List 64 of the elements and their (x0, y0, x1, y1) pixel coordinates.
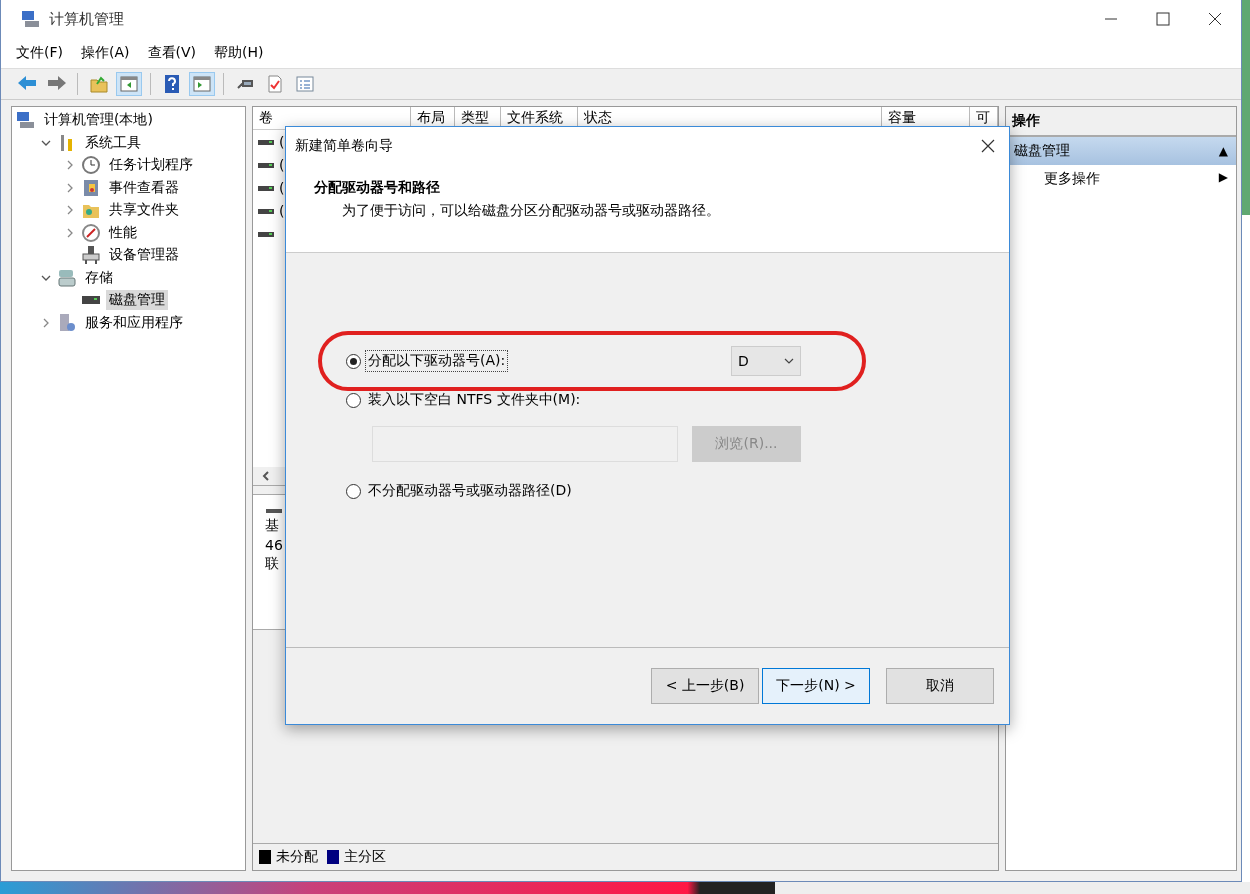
panel-icon (192, 74, 212, 94)
menu-item[interactable]: 文件(F) (9, 42, 70, 64)
drive-icon (265, 507, 283, 515)
wizard-button[interactable]: 下一步(N) > (762, 668, 870, 704)
device-icon (81, 245, 101, 266)
tree-item[interactable]: 计算机管理(本地) (41, 110, 156, 131)
menu-item[interactable]: 操作(A) (74, 42, 137, 64)
disk-info-text: 基 (265, 517, 280, 535)
tree-item[interactable]: 服务和应用程序 (82, 312, 186, 333)
close-icon[interactable] (981, 139, 995, 153)
clock-icon (81, 155, 101, 176)
table-cell: ( (279, 156, 285, 173)
scroll-left-icon[interactable] (261, 470, 271, 482)
tree-item[interactable]: 事件查看器 (106, 177, 182, 198)
table-cell: ( (279, 133, 285, 150)
expand-chevron-icon[interactable] (65, 182, 75, 193)
wizard-subtitle: 为了便于访问，可以给磁盘分区分配驱动器号或驱动器路径。 (341, 202, 721, 220)
table-cell: ( (279, 202, 285, 219)
panel-title: 操作 (1006, 107, 1236, 137)
wizard-heading: 分配驱动器号和路径 (314, 179, 441, 197)
services-icon (57, 312, 77, 333)
wizard-button[interactable]: 取消 (886, 668, 994, 704)
expand-chevron-icon[interactable] (41, 317, 51, 328)
event-log-icon (81, 177, 101, 198)
drive-letter-dropdown[interactable]: D (731, 346, 801, 376)
legend-label: 未分配 (276, 848, 318, 866)
dialog-title: 新建简单卷向导 (295, 137, 393, 155)
toolbar-button[interactable] (116, 72, 142, 96)
tree-item[interactable]: 共享文件夹 (106, 200, 182, 221)
toolbar-button[interactable] (189, 72, 215, 96)
list-icon (295, 74, 315, 94)
tree-item[interactable]: 系统工具 (82, 132, 144, 153)
tree-item[interactable]: 存储 (82, 267, 116, 288)
storage-icon (57, 267, 77, 288)
expand-chevron-icon[interactable] (65, 205, 75, 216)
tree-item[interactable]: 性能 (106, 222, 140, 243)
radio-label[interactable]: 分配以下驱动器号(A): (365, 350, 509, 372)
folder-icon (89, 74, 109, 94)
computer-icon (16, 110, 36, 131)
menu-item[interactable]: 帮助(H) (207, 42, 271, 64)
computer-icon (21, 9, 41, 29)
tree-item[interactable]: 任务计划程序 (106, 155, 196, 176)
checklist-icon (265, 74, 285, 94)
tree-item[interactable]: 设备管理器 (106, 245, 182, 266)
disk-info-text: 46 (265, 537, 284, 553)
radio-button[interactable] (346, 353, 361, 369)
close-icon[interactable] (1208, 12, 1222, 26)
disk-info-text: 联 (265, 555, 280, 573)
menu-item[interactable]: 查看(V) (140, 42, 203, 64)
gauge-icon (81, 222, 101, 243)
expand-chevron-icon[interactable] (65, 160, 75, 171)
panel-icon (119, 74, 139, 94)
dropdown-chevron-icon (784, 358, 794, 364)
table-cell: ( (279, 179, 285, 196)
maximize-icon[interactable] (1156, 12, 1170, 26)
tree-item[interactable]: 磁盘管理 (106, 290, 168, 311)
help-icon (162, 74, 182, 94)
expand-chevron-icon[interactable] (65, 227, 75, 238)
window-title: 计算机管理 (49, 9, 125, 29)
radio-label[interactable]: 不分配驱动器号或驱动器路径(D) (365, 480, 575, 502)
legend-label: 主分区 (344, 848, 386, 866)
action-item[interactable]: 更多操作 ▶ (1006, 165, 1236, 193)
wizard-button[interactable]: < 上一步(B) (651, 668, 759, 704)
radio-button[interactable] (346, 483, 361, 499)
